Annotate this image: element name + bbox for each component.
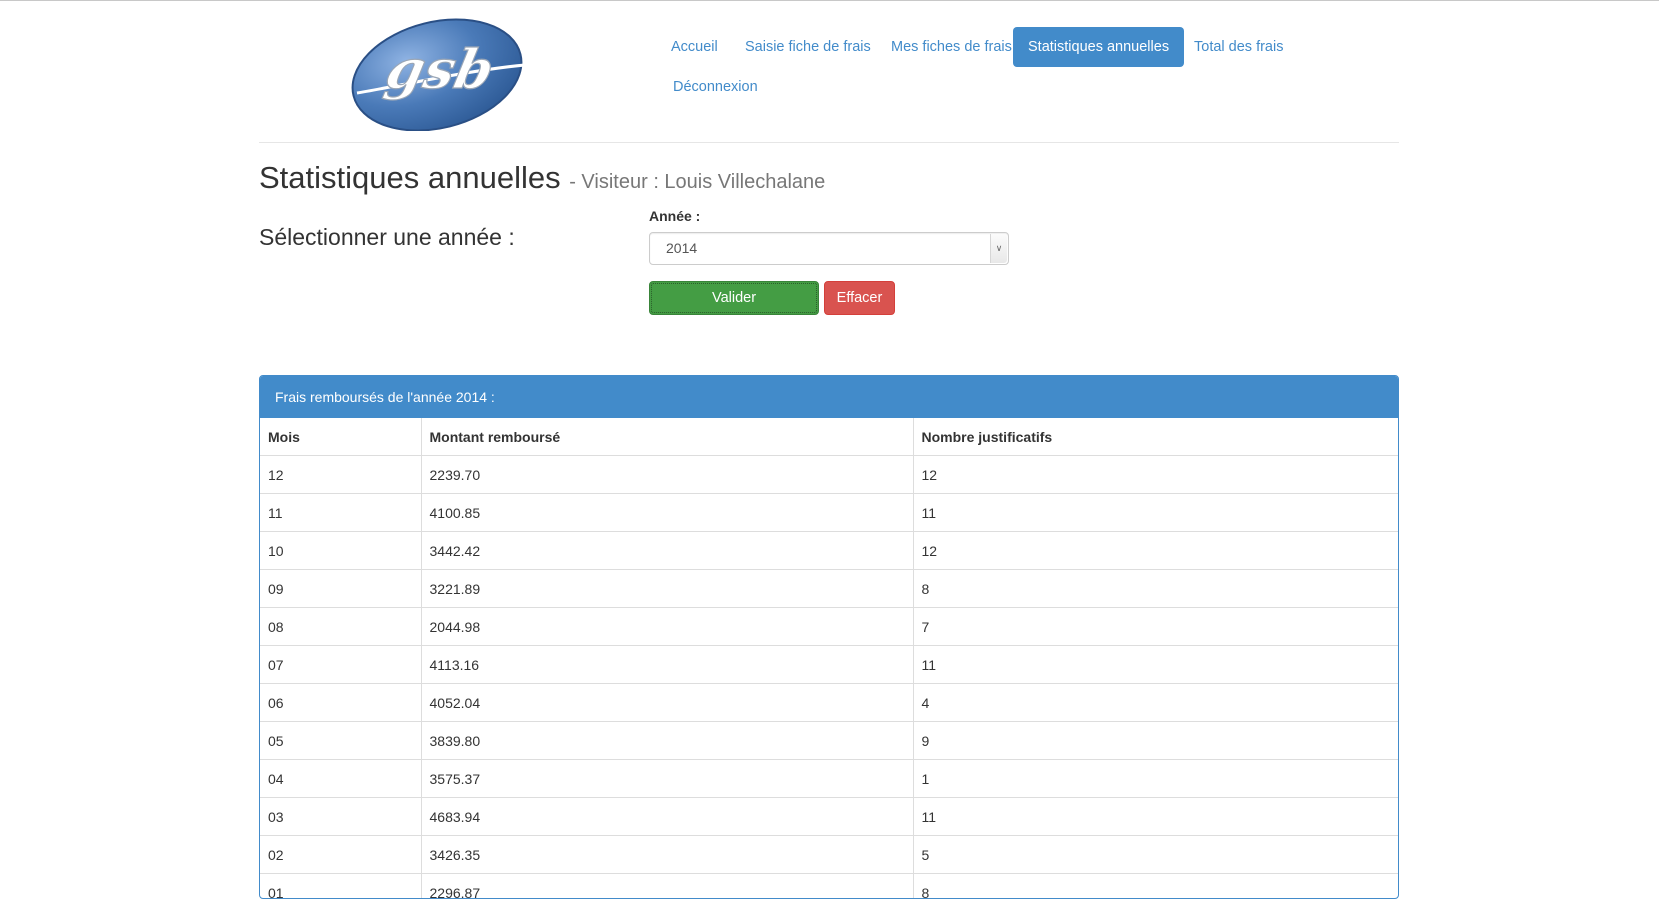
table-row: 12 2239.70 12 (260, 455, 1398, 494)
frais-table: Mois Montant remboursé Nombre justificat… (260, 418, 1398, 898)
cell-montant: 4683.94 (421, 797, 914, 836)
cell-montant: 3839.80 (421, 721, 914, 760)
table-row: 07 4113.16 11 (260, 645, 1398, 684)
cell-justificatifs: 12 (913, 455, 1398, 494)
cell-montant: 3442.42 (421, 531, 914, 570)
table-row: 08 2044.98 7 (260, 607, 1398, 646)
cell-justificatifs: 11 (913, 797, 1398, 836)
cell-mois: 04 (260, 759, 422, 798)
effacer-button[interactable]: Effacer (824, 281, 895, 315)
cell-justificatifs: 11 (913, 645, 1398, 684)
cell-montant: 2044.98 (421, 607, 914, 646)
panel-heading: Frais remboursés de l'année 2014 : (260, 376, 1398, 418)
cell-montant: 4052.04 (421, 683, 914, 722)
nav-item-deconnexion[interactable]: Déconnexion (658, 67, 773, 107)
cell-montant: 4100.85 (421, 493, 914, 532)
table-row: 04 3575.37 1 (260, 759, 1398, 798)
valider-button[interactable]: Valider (649, 281, 819, 315)
logo-text: gsb (380, 38, 499, 101)
cell-mois: 12 (260, 455, 422, 494)
cell-justificatifs: 11 (913, 493, 1398, 532)
year-select[interactable]: 2014 ∨ (649, 232, 1009, 265)
nav-item-statistiques-annuelles[interactable]: Statistiques annuelles (1013, 27, 1185, 67)
cell-montant: 3221.89 (421, 569, 914, 608)
page-subtitle: - Visiteur : Louis Villechalane (569, 171, 826, 193)
table-row: 09 3221.89 8 (260, 569, 1398, 608)
cell-montant: 3426.35 (421, 835, 914, 874)
cell-justificatifs: 4 (913, 683, 1398, 722)
cell-justificatifs: 8 (913, 873, 1398, 898)
cell-justificatifs: 8 (913, 569, 1398, 608)
cell-justificatifs: 9 (913, 721, 1398, 760)
cell-montant: 2296.87 (421, 873, 914, 898)
cell-montant: 3575.37 (421, 759, 914, 798)
nav-item-accueil[interactable]: Accueil (656, 27, 733, 67)
nav-item-mes-fiches-de-frais[interactable]: Mes fiches de frais (876, 27, 1027, 67)
cell-mois: 08 (260, 607, 422, 646)
chevron-down-icon[interactable]: ∨ (990, 234, 1007, 263)
logo-icon: gsb (351, 18, 526, 132)
gsb-logo[interactable]: gsb (349, 18, 529, 132)
table-row: 10 3442.42 12 (260, 531, 1398, 570)
select-year-heading: Sélectionner une année : (259, 224, 515, 250)
cell-mois: 10 (260, 531, 422, 570)
page-title-text: Statistiques annuelles (259, 160, 561, 195)
year-field-label: Année : (649, 208, 701, 224)
cell-mois: 06 (260, 683, 422, 722)
cell-justificatifs: 7 (913, 607, 1398, 646)
table-row: 06 4052.04 4 (260, 683, 1398, 722)
column-header-montant: Montant remboursé (421, 418, 914, 456)
table-row: 02 3426.35 5 (260, 835, 1398, 874)
header-divider (259, 142, 1399, 143)
table-row: 05 3839.80 9 (260, 721, 1398, 760)
cell-mois: 01 (260, 873, 422, 898)
nav-item-total-des-frais[interactable]: Total des frais (1179, 27, 1298, 67)
cell-mois: 11 (260, 493, 422, 532)
table-header-row: Mois Montant remboursé Nombre justificat… (260, 418, 1398, 456)
column-header-mois: Mois (260, 418, 422, 456)
cell-mois: 05 (260, 721, 422, 760)
cell-mois: 09 (260, 569, 422, 608)
cell-justificatifs: 1 (913, 759, 1398, 798)
page-title: Statistiques annuelles - Visiteur : Loui… (259, 160, 825, 196)
cell-justificatifs: 5 (913, 835, 1398, 874)
cell-montant: 4113.16 (421, 645, 914, 684)
top-border (0, 0, 1659, 1)
nav-item-saisie-fiche-de-frais[interactable]: Saisie fiche de frais (730, 27, 886, 67)
cell-mois: 03 (260, 797, 422, 836)
table-row: 03 4683.94 11 (260, 797, 1398, 836)
table-row: 01 2296.87 8 (260, 873, 1398, 898)
cell-mois: 07 (260, 645, 422, 684)
column-header-justificatifs: Nombre justificatifs (921, 428, 1053, 445)
table-row: 11 4100.85 11 (260, 493, 1398, 532)
year-select-value: 2014 (666, 240, 698, 256)
cell-justificatifs: 12 (913, 531, 1398, 570)
cell-mois: 02 (260, 835, 422, 874)
frais-panel: Frais remboursés de l'année 2014 : Mois … (259, 375, 1399, 899)
cell-montant: 2239.70 (421, 455, 914, 494)
